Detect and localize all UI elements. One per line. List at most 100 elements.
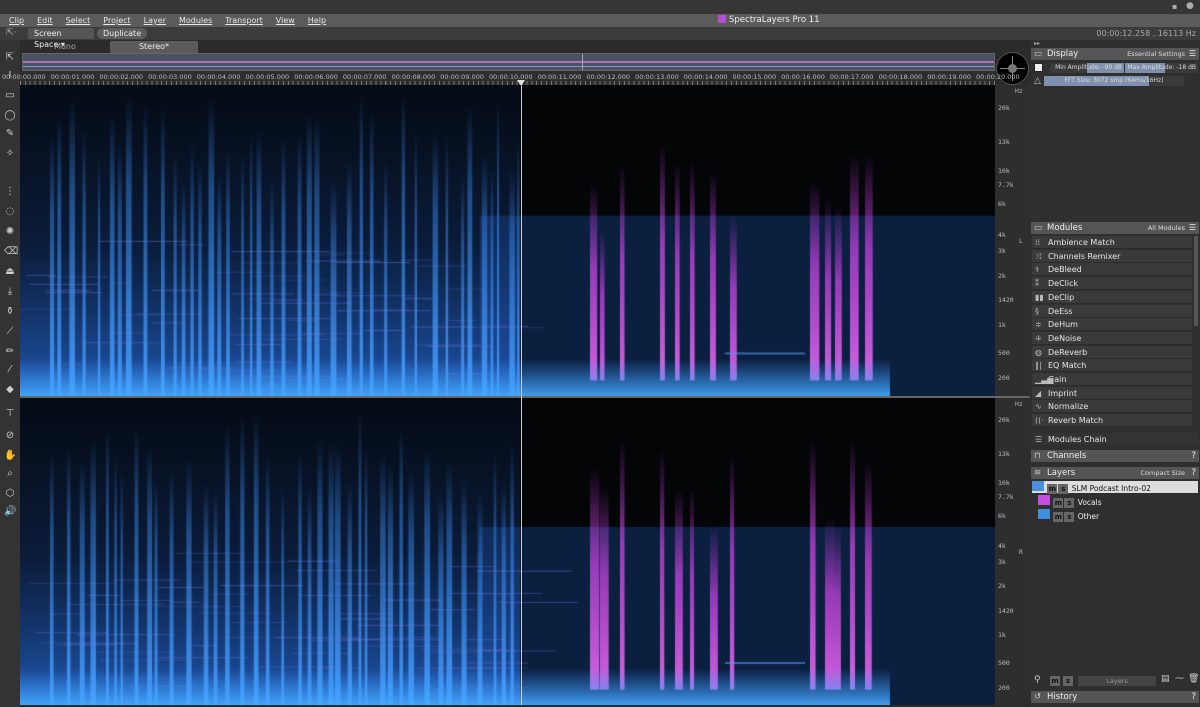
- overview-bar[interactable]: [22, 53, 995, 71]
- magic-wand-tool-icon[interactable]: ✧: [4, 148, 16, 160]
- module-declip[interactable]: ▮▮ DeClip: [1032, 290, 1192, 304]
- lasso-tool-icon[interactable]: ◯: [4, 110, 16, 122]
- module-dehum[interactable]: ≑ DeHum: [1032, 318, 1192, 332]
- menu-clip[interactable]: Clip: [9, 16, 24, 25]
- module-imprint[interactable]: ◢ Imprint: [1032, 386, 1192, 400]
- clone-up-tool-icon[interactable]: ⏏: [4, 266, 16, 278]
- solo-all-button[interactable]: s: [1063, 676, 1073, 686]
- channel-label: R: [1019, 548, 1023, 557]
- modules-scrollbar[interactable]: [1194, 236, 1198, 326]
- module-ambience-match[interactable]: ⁞⁞ Ambience Match: [1032, 236, 1192, 249]
- layers-panel-header[interactable]: ≋ Layers Compact Size ?: [1031, 467, 1199, 479]
- dots-tool-icon[interactable]: ⋮: [4, 186, 16, 198]
- frequency-tick-label: 4k: [998, 231, 1006, 240]
- cube-tool-icon[interactable]: ⬡: [4, 488, 16, 500]
- pointer-tool-icon[interactable]: ⇱: [4, 52, 16, 64]
- solo-button[interactable]: s: [1058, 484, 1069, 494]
- menu-transport[interactable]: Transport: [225, 16, 263, 25]
- menu-view[interactable]: View: [276, 16, 295, 25]
- knife-tool-icon[interactable]: ⁄: [4, 364, 16, 376]
- module-deess[interactable]: § DeEss: [1032, 304, 1192, 318]
- frequency-axis-right: Hz 20k 13k 10k 7.7k 6k 4k 3k 2k 1420 1k 500 200 R: [995, 398, 1030, 705]
- wand-2-tool-icon[interactable]: ⟋: [4, 326, 16, 338]
- mute-button[interactable]: m: [1053, 512, 1064, 522]
- clone-down-tool-icon[interactable]: ⤓: [4, 286, 16, 298]
- stamp-tool-icon[interactable]: ⚱: [4, 306, 16, 318]
- module-debleed[interactable]: ⚕ DeBleed: [1032, 263, 1192, 277]
- menu-project[interactable]: Project: [103, 16, 130, 25]
- space-select[interactable]: Screen Space ▾: [28, 28, 94, 49]
- solo-button[interactable]: s: [1064, 498, 1075, 508]
- burst-tool-icon[interactable]: ✺: [4, 226, 16, 238]
- min-amplitude-slider[interactable]: Min Amplitude: -90 dB: [1050, 63, 1124, 73]
- display-preset-select[interactable]: Essential Settings: [1127, 48, 1185, 60]
- trash-icon[interactable]: 🗑: [1188, 674, 1199, 684]
- new-layer-icon[interactable]: ▤: [1161, 674, 1170, 684]
- eyedropper-tool-icon[interactable]: ⊘: [4, 430, 16, 442]
- speaker-tool-icon[interactable]: 🔊: [4, 506, 16, 518]
- time-ruler[interactable]: 00:00:00.000 00:00:01.000 00:00:02.000 00:0…: [2, 71, 1020, 85]
- mute-all-button[interactable]: m: [1050, 676, 1060, 686]
- ellipse-select-tool-icon[interactable]: ◌: [4, 206, 16, 218]
- spectrogram-left-channel[interactable]: [20, 85, 995, 396]
- layer-row[interactable]: ms Other: [1038, 509, 1198, 522]
- eq-icon: ‖|: [1035, 361, 1042, 371]
- menu-icon[interactable]: ☰: [1189, 48, 1196, 60]
- menu-help[interactable]: Help: [308, 16, 326, 25]
- zoom-tool-icon[interactable]: ⌕: [4, 468, 16, 480]
- duplicate-button[interactable]: Duplicate: [97, 28, 148, 39]
- close-icon[interactable]: ●: [1186, 1, 1194, 11]
- max-amplitude-slider[interactable]: Max Amplitude: -18 dB: [1125, 63, 1198, 73]
- tab-mono[interactable]: Mono: [20, 41, 110, 53]
- restore-icon[interactable]: ▪: [1172, 2, 1177, 11]
- mute-button[interactable]: m: [1053, 498, 1064, 508]
- display-panel-header[interactable]: ▭ Display Essential Settings ☰: [1031, 48, 1199, 60]
- tool-options-icon[interactable]: ⇱·: [6, 28, 16, 38]
- right-panel: ▸▸ ▭ Display Essential Settings ☰ Min Amp…: [1030, 40, 1200, 707]
- waveform-icon[interactable]: ⁓: [1175, 674, 1184, 684]
- module-dereverb[interactable]: ◍ DeReverb: [1032, 345, 1192, 359]
- help-icon[interactable]: ?: [1191, 450, 1196, 462]
- eraser-tool-icon[interactable]: ⌫: [4, 246, 18, 258]
- pencil-tool-icon[interactable]: ✏: [4, 346, 16, 358]
- module-reverb-match[interactable]: ((· Reverb Match: [1032, 414, 1192, 428]
- fft-icon: △: [1034, 76, 1041, 86]
- collapse-icon[interactable]: ▸▸: [1034, 40, 1040, 47]
- menu-modules[interactable]: Modules: [179, 16, 212, 25]
- menu-edit[interactable]: Edit: [37, 16, 53, 25]
- hand-tool-icon[interactable]: ✋: [4, 450, 16, 462]
- module-denoise[interactable]: ⁜ DeNoise: [1032, 331, 1192, 345]
- transform-tool-icon[interactable]: ⊤: [4, 408, 16, 420]
- module-eq-match[interactable]: ‖| EQ Match: [1032, 359, 1192, 373]
- fft-size-slider[interactable]: FFT Size: 3072 smp (64ms/16Hz): [1044, 76, 1184, 86]
- help-icon[interactable]: ?: [1191, 691, 1196, 703]
- bucket-tool-icon[interactable]: ◆: [4, 384, 16, 396]
- layer-type-icon[interactable]: ⚲: [1034, 675, 1041, 685]
- channels-panel-header[interactable]: ⊓ Channels ?: [1031, 450, 1199, 462]
- modules-panel-header[interactable]: ▭ Modules All Modules ☰: [1031, 222, 1199, 234]
- mute-button[interactable]: m: [1047, 484, 1058, 494]
- menu-layer[interactable]: Layer: [144, 16, 166, 25]
- brush-select-tool-icon[interactable]: ✎: [4, 128, 16, 140]
- app-title-text: SpectraLayers Pro 11: [729, 15, 820, 25]
- menu-select[interactable]: Select: [66, 16, 91, 25]
- frequency-tick-label: 3k: [998, 246, 1006, 255]
- module-gain[interactable]: ▁▃▅ Gain: [1032, 373, 1192, 386]
- rect-select-tool-icon[interactable]: ▭: [4, 90, 16, 102]
- help-icon[interactable]: ?: [1191, 467, 1196, 479]
- layers-size-select[interactable]: Compact Size: [1141, 467, 1186, 479]
- module-channels-remixer[interactable]: ⤨ Channels Remixer: [1032, 249, 1192, 263]
- spectrogram-right-channel[interactable]: [20, 398, 995, 705]
- menu-icon[interactable]: ☰: [1189, 222, 1196, 234]
- tab-stereo[interactable]: Stereo*: [110, 41, 198, 53]
- history-panel-header[interactable]: ↺ History ?: [1031, 691, 1199, 703]
- blend-mode-select[interactable]: Layers: [1078, 676, 1156, 686]
- layer-row[interactable]: ms Vocals: [1038, 495, 1198, 508]
- time-tick-label: 00:00:16.000: [781, 73, 825, 81]
- module-declick[interactable]: ⁑ DeClick: [1032, 277, 1192, 291]
- module-normalize[interactable]: ∿ Normalize: [1032, 400, 1192, 414]
- modules-chain-button[interactable]: ☰ Modules Chain: [1032, 433, 1198, 446]
- modules-filter-select[interactable]: All Modules: [1148, 222, 1185, 234]
- layer-row[interactable]: ms SLM Podcast Intro-02: [1032, 481, 1198, 494]
- solo-button[interactable]: s: [1064, 512, 1075, 522]
